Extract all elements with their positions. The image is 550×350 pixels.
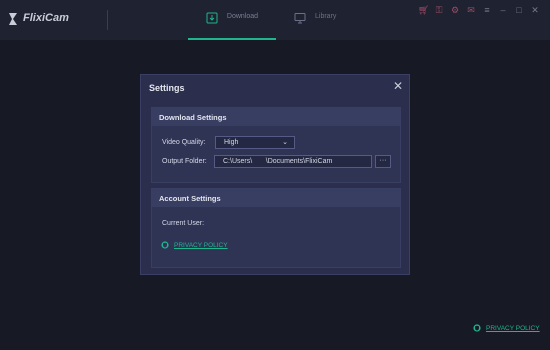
footer-privacy-policy-label: PRIVACY POLICY xyxy=(486,324,540,332)
mail-icon[interactable]: ✉ xyxy=(466,5,476,15)
monitor-icon xyxy=(294,13,306,24)
window-controls: 🛒︎ ⚿ ⚙ ✉ ≡ – □ ✕ xyxy=(418,5,540,15)
tab-download-label: Download xyxy=(226,13,259,20)
current-user-label: Current User: xyxy=(162,220,205,227)
browse-button[interactable]: ··· xyxy=(375,155,391,168)
maximize-icon[interactable]: □ xyxy=(514,5,524,15)
chevron-down-icon: ⌄ xyxy=(282,139,288,146)
key-icon[interactable]: ⚿ xyxy=(434,5,444,15)
menu-icon[interactable]: ≡ xyxy=(482,5,492,15)
download-icon xyxy=(206,12,218,24)
settings-icon[interactable]: ⚙ xyxy=(450,5,460,15)
footer-privacy-policy-link[interactable]: PRIVACY POLICY xyxy=(473,324,540,332)
privacy-policy-link[interactable]: PRIVACY POLICY xyxy=(161,241,228,249)
settings-dialog: Settings ✕ Download Settings Video Quali… xyxy=(140,74,410,275)
shield-icon xyxy=(473,324,481,332)
divider xyxy=(107,10,108,30)
app-logo-icon xyxy=(9,13,17,25)
tab-download[interactable]: Download xyxy=(188,12,276,40)
minimize-icon[interactable]: – xyxy=(498,5,508,15)
title-bar: FlixiCam Download Library 🛒︎ ⚿ ⚙ ✉ ≡ – □… xyxy=(0,0,550,40)
video-quality-value: High xyxy=(224,139,239,146)
close-icon[interactable]: ✕ xyxy=(530,5,540,15)
account-settings-heading: Account Settings xyxy=(152,189,400,207)
cart-icon[interactable]: 🛒︎ xyxy=(418,5,429,15)
tab-library[interactable]: Library xyxy=(294,13,356,40)
tab-library-label: Library xyxy=(315,13,337,20)
dialog-close-button[interactable]: ✕ xyxy=(393,79,403,93)
shield-icon xyxy=(161,241,169,249)
account-settings-section: Account Settings Current User: PRIVACY P… xyxy=(151,188,401,268)
download-settings-heading: Download Settings xyxy=(152,108,400,126)
output-folder-label: Output Folder: xyxy=(162,158,207,165)
video-quality-select[interactable]: High ⌄ xyxy=(215,136,295,149)
dialog-title: Settings xyxy=(149,83,185,93)
download-settings-section: Download Settings Video Quality: High ⌄ … xyxy=(151,107,401,183)
video-quality-label: Video Quality: xyxy=(162,139,206,146)
app-name: FlixiCam xyxy=(23,12,69,24)
privacy-policy-label: PRIVACY POLICY xyxy=(174,241,228,249)
output-folder-field[interactable]: C:\Users\ \Documents\FlixiCam xyxy=(214,155,372,168)
